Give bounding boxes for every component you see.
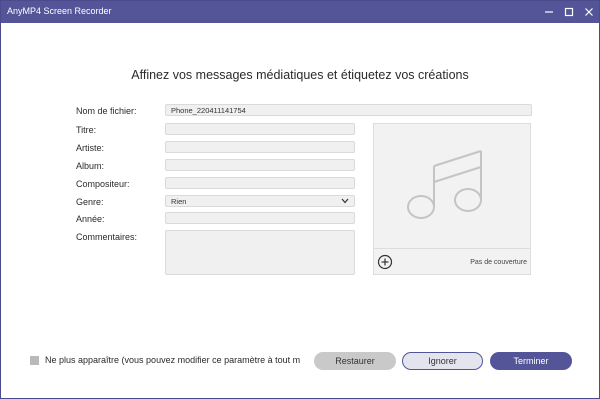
dont-show-label: Ne plus apparaître (vous pouvez modifier… — [45, 355, 301, 365]
genre-label: Genre: — [76, 197, 104, 207]
album-label: Album: — [76, 161, 105, 171]
dialog-window: AnyMP4 Screen Recorder Affinez vos messa… — [0, 0, 600, 399]
year-input[interactable] — [165, 212, 355, 224]
title-input[interactable] — [165, 123, 355, 135]
no-cover-label: Pas de couverture — [470, 259, 527, 266]
music-note-icon — [407, 150, 482, 219]
cover-art-panel: Pas de couverture — [373, 123, 531, 275]
artist-input[interactable] — [165, 141, 355, 153]
filename-value: Phone_220411141754 — [171, 106, 246, 115]
composer-label: Compositeur: — [76, 179, 130, 189]
page-heading: Affinez vos messages médiatiques et étiq… — [131, 68, 469, 82]
comments-label: Commentaires: — [76, 232, 138, 242]
close-button[interactable] — [579, 1, 599, 23]
chevron-down-icon — [341, 198, 349, 204]
genre-value: Rien — [171, 197, 187, 206]
app-title: AnyMP4 Screen Recorder — [7, 6, 112, 16]
restore-button[interactable]: Restaurer — [314, 352, 396, 370]
close-icon — [585, 8, 593, 16]
title-label: Titre: — [76, 125, 97, 135]
filename-input[interactable]: Phone_220411141754 — [165, 104, 532, 116]
window-controls — [539, 1, 599, 23]
minimize-button[interactable] — [539, 1, 559, 23]
comments-textarea[interactable] — [165, 230, 355, 275]
title-bar: AnyMP4 Screen Recorder — [1, 1, 599, 23]
genre-select[interactable]: Rien — [165, 195, 355, 207]
finish-button[interactable]: Terminer — [490, 352, 572, 370]
maximize-icon — [564, 7, 574, 17]
dont-show-checkbox[interactable] — [30, 356, 39, 365]
ignore-button[interactable]: Ignorer — [402, 352, 483, 370]
year-label: Année: — [76, 214, 105, 224]
cover-divider — [374, 248, 530, 249]
album-input[interactable] — [165, 159, 355, 171]
filename-label: Nom de fichier: — [76, 106, 137, 116]
minimize-icon — [545, 11, 553, 13]
add-cover-button[interactable] — [377, 254, 393, 270]
plus-circle-icon — [377, 254, 393, 270]
composer-input[interactable] — [165, 177, 355, 189]
maximize-button[interactable] — [559, 1, 579, 23]
artist-label: Artiste: — [76, 143, 105, 153]
